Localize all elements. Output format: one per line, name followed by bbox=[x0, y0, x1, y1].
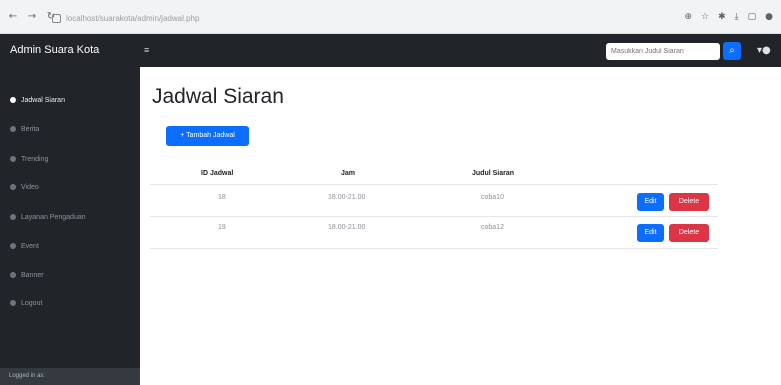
sidebar-footer: Logged in as: bbox=[0, 368, 140, 385]
sidebar-item-video[interactable]: Video bbox=[10, 180, 39, 194]
column-header-id: ID Jadwal bbox=[201, 170, 234, 177]
delete-button[interactable]: Delete bbox=[669, 224, 709, 242]
sidebar-item-label: Jadwal Siaran bbox=[21, 96, 65, 104]
search-icon: ⌕ bbox=[729, 45, 735, 56]
tab-icon[interactable]: ▢ bbox=[748, 10, 757, 24]
row-divider bbox=[150, 248, 718, 249]
edit-button[interactable]: Edit bbox=[637, 193, 664, 211]
delete-button[interactable]: Delete bbox=[669, 193, 709, 211]
zoom-icon[interactable]: ⊕ bbox=[684, 10, 692, 24]
search-input[interactable] bbox=[606, 43, 720, 60]
complaint-icon bbox=[10, 214, 16, 220]
top-navbar: Admin Suara Kota ≡ ⌕ ▾● bbox=[0, 34, 781, 67]
video-icon bbox=[10, 184, 16, 190]
download-icon[interactable]: ⤓ bbox=[735, 10, 739, 24]
header-divider bbox=[150, 184, 718, 185]
sidebar-toggle-icon[interactable]: ≡ bbox=[144, 46, 152, 55]
sidebar-footer-label: Logged in as: bbox=[9, 373, 46, 379]
extension-icon[interactable]: ✱ bbox=[718, 10, 726, 24]
sidebar-item-layanan-pengaduan[interactable]: Layanan Pengaduan bbox=[10, 210, 86, 224]
cell-id: 19 bbox=[218, 224, 226, 231]
banner-icon bbox=[10, 272, 16, 278]
address-bar[interactable]: localhost/suarakota/admin/jadwal.php bbox=[52, 11, 292, 25]
profile-icon[interactable]: ● bbox=[765, 10, 773, 24]
back-icon[interactable]: ← bbox=[7, 11, 19, 23]
browser-actions: ⊕ ☆ ✱ ⤓ ▢ ● bbox=[684, 10, 773, 24]
sidebar-item-label: Layanan Pengaduan bbox=[21, 213, 86, 221]
site-info-icon[interactable] bbox=[52, 13, 61, 23]
column-header-judul: Judul Siaran bbox=[472, 170, 515, 177]
row-divider bbox=[150, 216, 718, 217]
edit-button[interactable]: Edit bbox=[637, 224, 664, 242]
event-icon bbox=[10, 243, 16, 249]
sidebar-item-label: Berita bbox=[21, 125, 40, 133]
page-title: Jadwal Siaran bbox=[152, 85, 284, 108]
column-header-jam: Jam bbox=[341, 170, 356, 177]
add-schedule-button[interactable]: + Tambah Jadwal bbox=[166, 126, 249, 146]
cell-jam: 18.00-21.00 bbox=[328, 224, 366, 231]
sidebar-item-label: Video bbox=[21, 183, 39, 191]
sidebar-item-event[interactable]: Event bbox=[10, 239, 39, 253]
sidebar: Jadwal Siaran Berita Trending Video Laya… bbox=[0, 67, 140, 385]
calendar-icon bbox=[10, 97, 16, 103]
cell-jam: 18.00-21.00 bbox=[328, 194, 366, 201]
logout-icon bbox=[10, 300, 16, 306]
sidebar-item-banner[interactable]: Banner bbox=[10, 268, 44, 282]
cell-judul: coba12 bbox=[481, 224, 504, 231]
sidebar-item-berita[interactable]: Berita bbox=[10, 122, 39, 136]
sidebar-item-trending[interactable]: Trending bbox=[10, 152, 48, 166]
cell-id: 18 bbox=[218, 194, 226, 201]
newspaper-icon bbox=[10, 126, 16, 132]
sidebar-item-logout[interactable]: Logout bbox=[10, 296, 42, 310]
sidebar-item-label: Logout bbox=[21, 299, 43, 307]
cell-judul: coba10 bbox=[481, 194, 504, 201]
user-menu-icon[interactable]: ▾● bbox=[757, 44, 773, 58]
address-url[interactable]: localhost/suarakota/admin/jadwal.php bbox=[66, 14, 199, 23]
sidebar-item-label: Trending bbox=[21, 155, 49, 163]
brand-title[interactable]: Admin Suara Kota bbox=[10, 44, 99, 56]
trending-icon bbox=[10, 156, 16, 162]
sidebar-item-jadwal-siaran[interactable]: Jadwal Siaran bbox=[10, 93, 65, 107]
sidebar-item-label: Event bbox=[21, 242, 39, 250]
forward-icon[interactable]: → bbox=[26, 11, 38, 23]
search-button[interactable]: ⌕ bbox=[723, 42, 741, 60]
bookmark-icon[interactable]: ☆ bbox=[701, 10, 709, 24]
browser-toolbar: ← → ↻ localhost/suarakota/admin/jadwal.p… bbox=[0, 0, 781, 34]
sidebar-item-label: Banner bbox=[21, 271, 44, 279]
